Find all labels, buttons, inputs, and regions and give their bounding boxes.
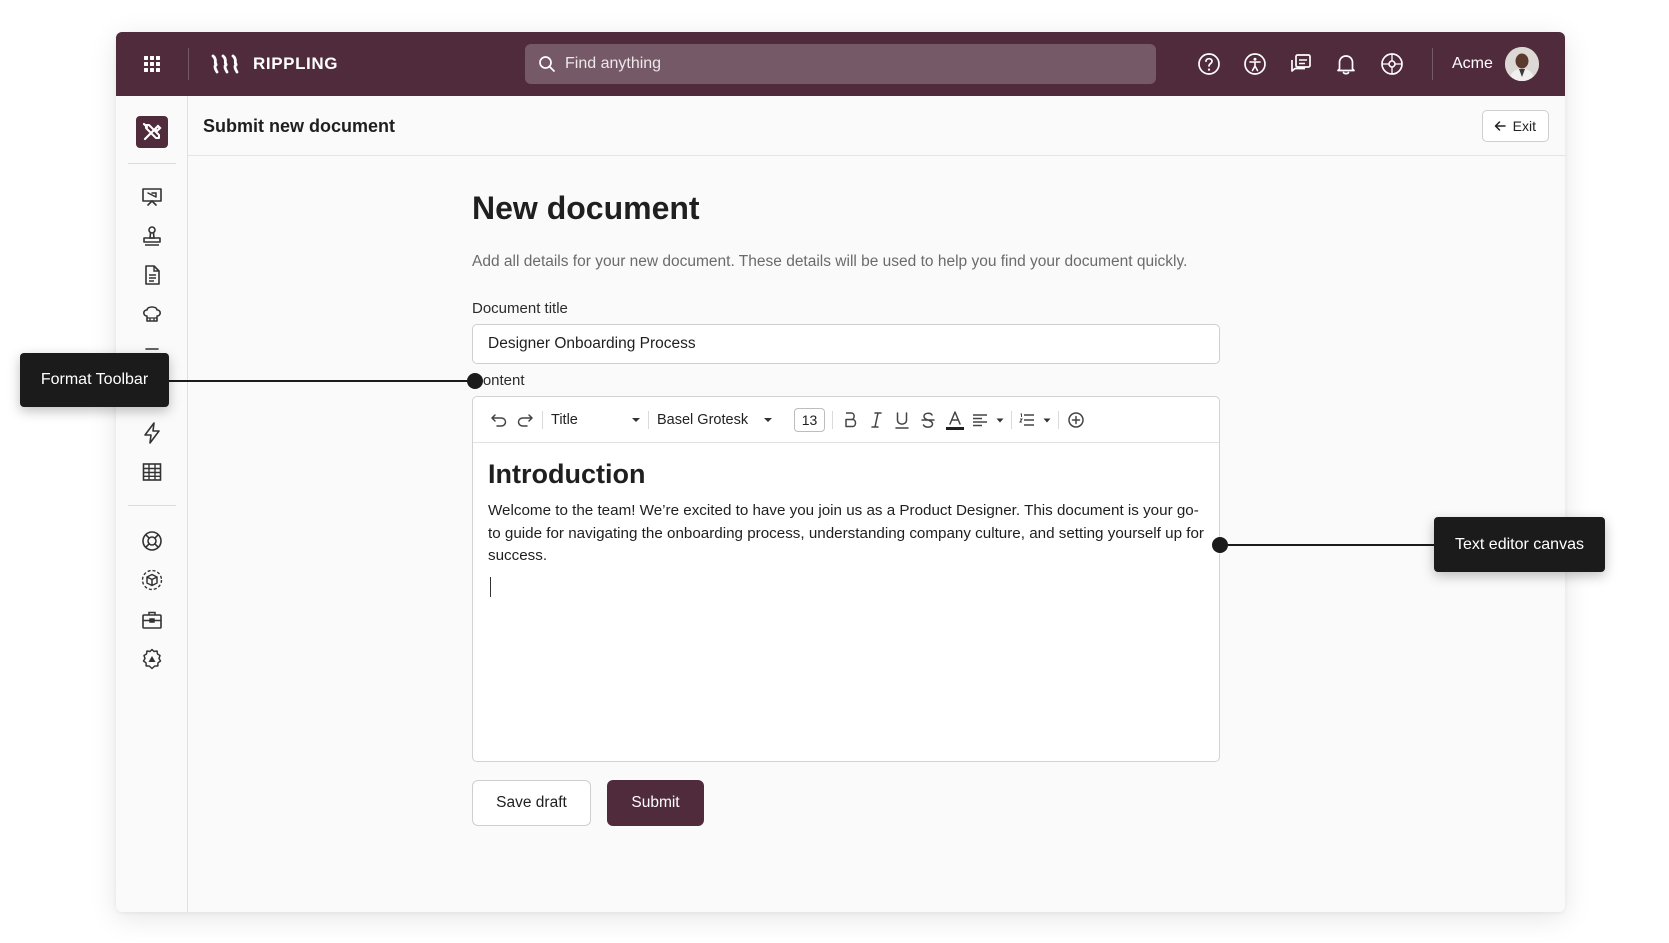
logo-text[interactable]: RIPPLING <box>253 54 338 74</box>
chevron-down-icon <box>996 418 1004 422</box>
page-header: Submit new document Exit <box>188 96 1565 156</box>
sidebar-app-tools[interactable] <box>136 116 168 148</box>
text-editor-callout-dot <box>1212 537 1228 553</box>
bell-icon[interactable] <box>1333 51 1359 77</box>
document-icon[interactable] <box>140 263 164 287</box>
stamp-icon[interactable] <box>140 224 164 248</box>
document-title-label: Document title <box>472 300 568 317</box>
toolbar-divider <box>648 411 649 429</box>
rippling-logo-icon[interactable] <box>210 52 242 76</box>
form-subtitle: Add all details for your new document. T… <box>472 253 1188 270</box>
numbered-list-icon <box>1019 413 1034 426</box>
insert-icon[interactable] <box>1066 409 1086 431</box>
text-editor-callout: Text editor canvas <box>1434 517 1605 572</box>
user-avatar-icon <box>1505 47 1539 81</box>
text-editor: Title Basel Grotesk 13 Introduction Welc… <box>472 396 1220 762</box>
arrow-left-icon <box>1494 121 1506 131</box>
help-icon[interactable] <box>1196 51 1222 77</box>
align-select[interactable] <box>972 409 1004 431</box>
toolbar-divider <box>542 411 543 429</box>
exit-label: Exit <box>1512 118 1536 134</box>
font-family-select[interactable]: Basel Grotesk <box>657 409 773 431</box>
topbar-divider <box>188 48 189 80</box>
text-caret <box>490 577 491 597</box>
italic-icon[interactable] <box>866 409 886 431</box>
chef-hat-icon[interactable] <box>140 302 164 326</box>
exit-button[interactable]: Exit <box>1481 110 1549 142</box>
editor-heading: Introduction <box>488 459 646 489</box>
present-icon[interactable] <box>140 185 164 209</box>
redo-icon[interactable] <box>515 409 535 431</box>
sidebar-divider <box>128 505 176 506</box>
text-style-value: Title <box>551 412 578 428</box>
avatar[interactable] <box>1505 47 1539 81</box>
briefcase-icon[interactable] <box>140 608 164 632</box>
chat-icon[interactable] <box>1288 51 1314 77</box>
top-bar: RIPPLING Find anything Acme <box>116 32 1565 96</box>
text-color-icon[interactable] <box>944 409 966 431</box>
editor-paragraph: Welcome to the team! We’re excited to ha… <box>488 502 1204 564</box>
sidebar <box>116 96 188 912</box>
save-draft-button[interactable]: Save draft <box>472 780 591 826</box>
cube-icon[interactable] <box>140 568 164 592</box>
list-select[interactable] <box>1019 409 1051 431</box>
topbar-divider <box>1432 48 1433 80</box>
text-editor-callout-line <box>1220 544 1434 546</box>
align-left-icon <box>973 414 987 427</box>
form-heading: New document <box>472 190 700 226</box>
global-search[interactable] <box>525 44 1156 84</box>
format-toolbar-callout-line <box>169 380 473 382</box>
settings-icon[interactable] <box>140 647 164 671</box>
toolbar-divider <box>832 411 833 429</box>
undo-icon[interactable] <box>489 409 509 431</box>
stage: RIPPLING Find anything Acme Submit new d… <box>0 0 1669 943</box>
chevron-down-icon <box>1043 418 1051 422</box>
app-window: RIPPLING Find anything Acme Submit new d… <box>116 32 1565 912</box>
company-name[interactable]: Acme <box>1452 55 1493 73</box>
font-family-value: Basel Grotesk <box>657 412 749 428</box>
table-icon[interactable] <box>140 460 164 484</box>
toolbar-divider <box>1011 411 1012 429</box>
search-input[interactable] <box>565 44 1145 84</box>
underline-icon[interactable] <box>892 409 912 431</box>
font-size-input[interactable]: 13 <box>794 408 825 432</box>
page-title: Submit new document <box>203 116 396 136</box>
text-editor-canvas[interactable]: Introduction Welcome to the team! We’re … <box>488 443 1206 761</box>
format-toolbar: Title Basel Grotesk 13 <box>473 397 1219 443</box>
accessibility-icon[interactable] <box>1242 51 1268 77</box>
document-title-input[interactable] <box>472 324 1220 364</box>
toolbar-divider <box>1058 411 1059 429</box>
lightning-icon[interactable] <box>140 421 164 445</box>
lifebuoy-icon[interactable] <box>140 529 164 553</box>
format-toolbar-callout-dot <box>467 373 483 389</box>
search-icon <box>539 56 555 72</box>
submit-button[interactable]: Submit <box>607 780 704 826</box>
text-style-select[interactable]: Title <box>551 409 641 431</box>
format-toolbar-callout: Format Toolbar <box>20 353 169 407</box>
strikethrough-icon[interactable] <box>918 409 938 431</box>
chevron-down-icon <box>632 418 640 422</box>
tools-icon <box>142 122 162 141</box>
apps-grid-icon[interactable] <box>140 52 164 76</box>
sidebar-divider <box>128 163 176 164</box>
support-icon[interactable] <box>1379 51 1405 77</box>
chevron-down-icon <box>764 418 772 422</box>
bold-icon[interactable] <box>840 409 860 431</box>
